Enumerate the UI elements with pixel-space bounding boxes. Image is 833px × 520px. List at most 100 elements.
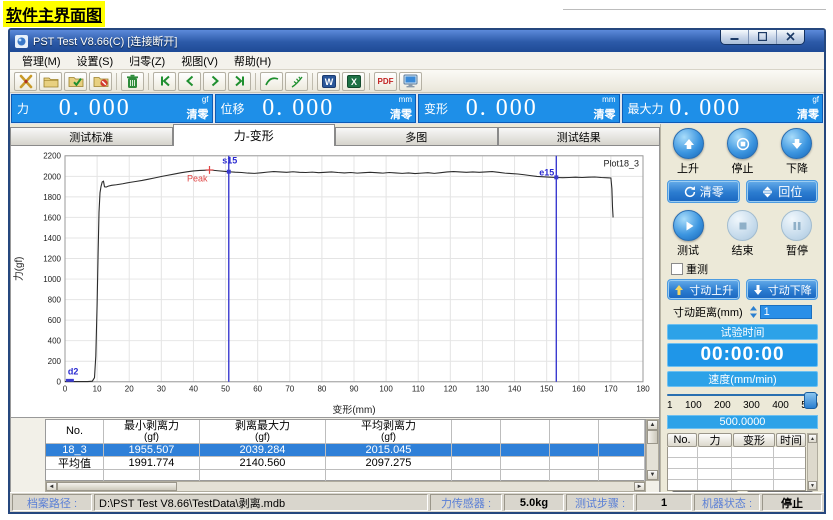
svg-text:60: 60 [253, 385, 262, 394]
retest-checkbox[interactable] [671, 263, 683, 275]
scroll-down-icon[interactable]: ▼ [808, 481, 817, 490]
points-col-time[interactable]: 时间 [776, 433, 806, 447]
previous-record-button[interactable] [178, 72, 201, 91]
inch-distance-input[interactable]: 1 [760, 305, 812, 319]
svg-text:180: 180 [636, 385, 650, 394]
svg-text:100: 100 [379, 385, 393, 394]
test-time-display: 00:00:00 [667, 343, 818, 367]
displacement-value: 0. 000 [216, 95, 382, 122]
motion-stop-button[interactable] [727, 128, 758, 159]
open-file-button[interactable] [39, 72, 62, 91]
move-down-button[interactable] [781, 128, 812, 159]
file-check-button[interactable] [64, 72, 87, 91]
test-time-header: 试验时间 [667, 324, 818, 340]
test-end-label: 结束 [732, 242, 754, 258]
spinner-arrows[interactable] [749, 305, 758, 319]
file-close-button[interactable] [89, 72, 112, 91]
table-cell[interactable]: 2039.284 [200, 444, 326, 457]
excel-export-button[interactable]: X [342, 72, 365, 91]
next-record-button[interactable] [203, 72, 226, 91]
pdf-icon: PDF [378, 77, 394, 86]
last-record-button[interactable] [228, 72, 251, 91]
table-cell[interactable]: 平均值 [46, 457, 104, 470]
close-button[interactable] [777, 30, 804, 44]
table-cell[interactable] [452, 457, 501, 470]
menu-help[interactable]: 帮助(H) [226, 52, 279, 70]
table-cell[interactable]: 2015.045 [326, 444, 452, 457]
pdf-export-button[interactable]: PDF [374, 72, 397, 91]
scrollbar-thumb[interactable] [57, 482, 177, 491]
points-table-scrollbar[interactable]: ▲ ▼ [807, 433, 818, 491]
table-cell[interactable] [550, 444, 599, 457]
table-cell[interactable]: 2097.275 [326, 457, 452, 470]
test-start-button[interactable] [673, 210, 704, 241]
table-cell[interactable]: 2140.560 [200, 457, 326, 470]
first-record-icon [159, 75, 171, 87]
table-cell[interactable] [599, 457, 645, 470]
first-record-button[interactable] [153, 72, 176, 91]
home-button[interactable]: 回位 [746, 180, 819, 203]
speed-slider[interactable] [667, 394, 818, 396]
toolbar-separator [255, 73, 256, 90]
slider-thumb[interactable] [804, 392, 817, 409]
inch-up-button[interactable]: 寸动上升 [667, 279, 740, 300]
points-col-deformation[interactable]: 变形 [733, 433, 775, 447]
page-title: 软件主界面图 [3, 1, 105, 27]
points-col-no[interactable]: No. [667, 433, 697, 447]
table-cell[interactable] [501, 444, 550, 457]
menu-view[interactable]: 视图(V) [173, 52, 226, 70]
status-bar: 档案路径 : D:\PST Test V8.66\TestData\剥离.mdb… [10, 492, 824, 512]
scroll-left-icon[interactable]: ◄ [46, 482, 57, 491]
displacement-zero-button[interactable]: 清零 [390, 109, 412, 121]
zero-button[interactable]: 清零 [667, 180, 740, 203]
force-zero-button[interactable]: 清零 [187, 109, 209, 121]
inch-down-button[interactable]: 寸动下降 [746, 279, 819, 300]
horizontal-scrollbar[interactable]: ◄ ► [45, 481, 646, 492]
test-end-button[interactable] [727, 210, 758, 241]
scrollbar-thumb[interactable] [647, 430, 658, 444]
table-cell[interactable]: 1991.774 [104, 457, 200, 470]
chart-section: 测试标准 力-变形 多图 测试结果 0102030405060708090100… [10, 124, 660, 492]
monitor-button[interactable] [399, 72, 422, 91]
scroll-down-icon[interactable]: ▼ [647, 470, 658, 480]
tab-test-result[interactable]: 测试结果 [498, 127, 661, 146]
curve-button[interactable] [260, 72, 283, 91]
menu-manage[interactable]: 管理(M) [14, 52, 69, 70]
table-cell[interactable] [501, 457, 550, 470]
tab-force-deformation[interactable]: 力-变形 [173, 124, 336, 146]
svg-text:140: 140 [508, 385, 522, 394]
scroll-up-icon[interactable]: ▲ [647, 420, 658, 430]
table-cell[interactable] [452, 444, 501, 457]
scroll-right-icon[interactable]: ► [634, 482, 645, 491]
table-cell[interactable] [599, 444, 645, 457]
deformation-zero-button[interactable]: 清零 [594, 109, 616, 121]
minimize-button[interactable] [721, 30, 749, 44]
report-button[interactable] [285, 72, 308, 91]
force-reading: 力 0. 000 gf清零 [11, 94, 213, 123]
max-force-zero-button[interactable]: 清零 [797, 109, 819, 121]
table-cell[interactable] [550, 457, 599, 470]
delete-record-button[interactable] [121, 72, 144, 91]
points-table-body [667, 447, 806, 491]
tab-test-standard[interactable]: 测试标准 [10, 127, 173, 146]
maximize-button[interactable] [749, 30, 777, 44]
test-pause-button[interactable] [781, 210, 812, 241]
move-up-button[interactable] [673, 128, 704, 159]
maximize-icon [758, 32, 767, 41]
menu-zero[interactable]: 归零(Z) [121, 52, 173, 70]
word-export-button[interactable]: W [317, 72, 340, 91]
svg-text:600: 600 [48, 316, 62, 325]
play-icon [682, 219, 696, 233]
scroll-up-icon[interactable]: ▲ [808, 434, 817, 443]
displacement-reading: 位移 0. 000 mm清零 [215, 94, 417, 123]
table-cell[interactable]: 18_3 [46, 444, 104, 457]
vertical-scrollbar[interactable]: ▲ ▼ [646, 419, 659, 481]
move-down-label: 下降 [786, 160, 808, 176]
menu-settings[interactable]: 设置(S) [69, 52, 122, 70]
stop-square-icon [736, 219, 750, 233]
table-cell[interactable]: 1955.507 [104, 444, 200, 457]
points-col-force[interactable]: 力 [698, 433, 732, 447]
tools-button[interactable] [14, 72, 37, 91]
tab-multi-plot[interactable]: 多图 [335, 127, 498, 146]
file-path-value: D:\PST Test V8.66\TestData\剥离.mdb [94, 494, 428, 511]
